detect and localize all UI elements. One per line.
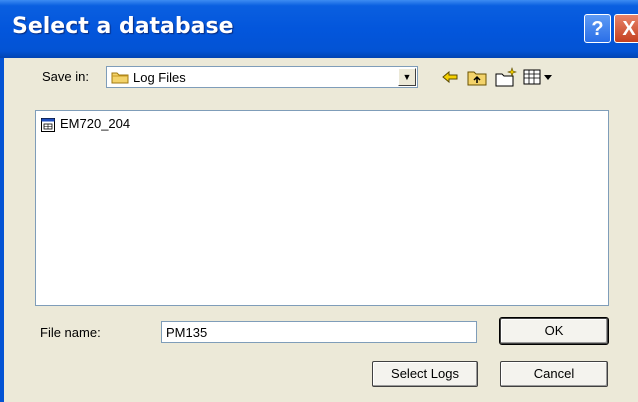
- window-border: [0, 58, 4, 402]
- cancel-button[interactable]: Cancel: [500, 361, 608, 387]
- up-folder-icon[interactable]: [466, 66, 488, 88]
- folder-icon: [111, 70, 129, 87]
- database-file-icon: [40, 117, 56, 136]
- chevron-down-icon[interactable]: ▼: [398, 68, 416, 86]
- select-logs-button[interactable]: Select Logs: [372, 361, 478, 387]
- file-list[interactable]: EM720_204: [35, 110, 609, 306]
- file-name-label: File name:: [40, 325, 101, 340]
- select-database-dialog: Select a database ? X Save in: Log Files…: [0, 0, 638, 402]
- ok-button[interactable]: OK: [499, 317, 609, 345]
- help-button[interactable]: ?: [584, 14, 611, 43]
- save-in-value: Log Files: [133, 70, 186, 85]
- new-folder-icon[interactable]: [494, 66, 518, 88]
- back-arrow-icon[interactable]: [440, 66, 460, 88]
- title-bar[interactable]: Select a database ? X: [0, 0, 638, 58]
- save-in-label: Save in:: [42, 69, 89, 84]
- file-name-input[interactable]: PM135: [161, 321, 477, 343]
- view-menu-icon[interactable]: [522, 66, 556, 88]
- dialog-title: Select a database: [12, 14, 234, 39]
- save-in-dropdown[interactable]: Log Files ▼: [106, 66, 418, 88]
- file-name: EM720_204: [60, 116, 131, 131]
- close-button[interactable]: X: [614, 14, 638, 43]
